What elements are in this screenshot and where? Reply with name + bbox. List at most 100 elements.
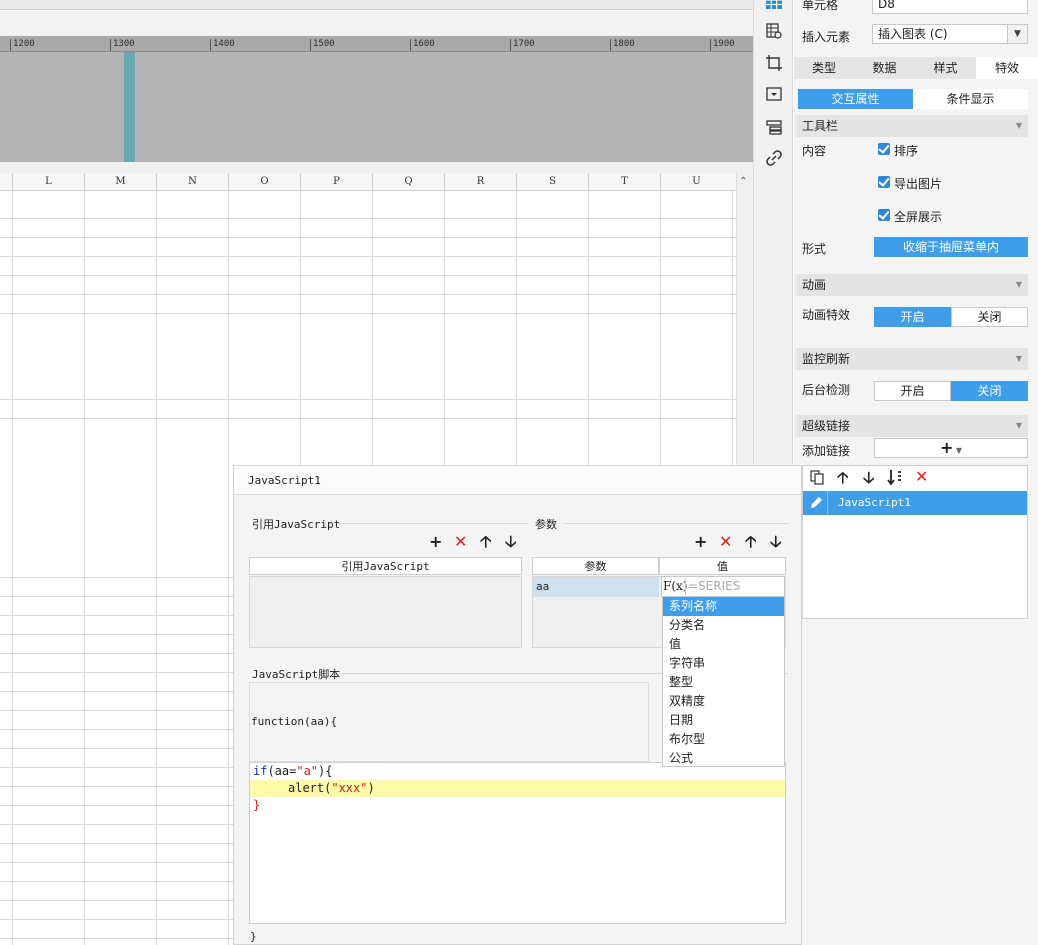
- value-type-dropdown[interactable]: 系列名称 分类名 值 字符串 整型 双精度 日期 布尔型 公式: [662, 596, 785, 767]
- dropdown-option[interactable]: 系列名称: [663, 597, 784, 616]
- dropdown-option[interactable]: 日期: [663, 711, 784, 730]
- column-header-row: L M N O P Q R S T U: [0, 173, 736, 191]
- monitor-label: 后台检测: [802, 383, 851, 397]
- copy-icon[interactable]: [810, 470, 825, 488]
- column-header[interactable]: P: [300, 173, 372, 191]
- grid-row-line: [0, 256, 736, 257]
- ruler-tick: 1900: [710, 39, 735, 51]
- dropdown-option[interactable]: 值: [663, 635, 784, 654]
- delete-param-icon[interactable]: ✕: [719, 534, 732, 550]
- dropdown-option[interactable]: 双精度: [663, 692, 784, 711]
- column-header[interactable]: S: [516, 173, 588, 191]
- ruler-tick: 1300: [110, 39, 135, 51]
- ruler-tick: 1500: [310, 39, 335, 51]
- delete-ref-icon[interactable]: ✕: [454, 534, 467, 550]
- dropdown-option[interactable]: 分类名: [663, 616, 784, 635]
- dropdown-option[interactable]: 整型: [663, 673, 784, 692]
- code-text: alert(: [288, 781, 332, 795]
- dropdown-box-icon[interactable]: [765, 87, 783, 105]
- formula-icon[interactable]: F(x): [663, 577, 687, 595]
- section-title: 动画: [802, 278, 827, 292]
- arrow-up-icon[interactable]: 🡡: [837, 470, 849, 486]
- timeline-playhead[interactable]: [124, 52, 135, 162]
- ruler-tick: 1400: [210, 39, 235, 51]
- column-header[interactable]: Q: [372, 173, 444, 191]
- plus-icon: +: [939, 438, 954, 457]
- insert-element-label: 插入元素: [802, 30, 851, 44]
- column-header[interactable]: M: [84, 173, 156, 191]
- tab-data[interactable]: 数据: [854, 57, 915, 79]
- delete-icon[interactable]: ✕: [915, 469, 928, 485]
- column-header[interactable]: N: [156, 173, 228, 191]
- ref-js-table[interactable]: [249, 576, 522, 648]
- monitor-on-button[interactable]: 开启: [874, 381, 951, 401]
- chevron-down-icon[interactable]: ▼: [1007, 25, 1027, 43]
- code-line: }: [253, 798, 261, 812]
- table-row[interactable]: aa: [533, 577, 659, 597]
- param-value-editor[interactable]: F(x) =SERIES: [661, 576, 785, 597]
- function-signature: function(aa){: [251, 715, 338, 728]
- subtab-interaction[interactable]: 交互属性: [798, 89, 913, 109]
- grid-column-line: [12, 191, 13, 945]
- grid-row-line: [0, 218, 736, 219]
- arrow-down-icon[interactable]: 🡣: [505, 534, 517, 550]
- column-header[interactable]: R: [444, 173, 516, 191]
- fullscreen-label: 全屏展示: [894, 210, 943, 224]
- insert-element-select[interactable]: 插入图表 (C) ▼: [872, 24, 1028, 44]
- export-image-checkbox[interactable]: [878, 176, 890, 188]
- arrow-down-icon[interactable]: 🡣: [770, 534, 782, 550]
- dropdown-option[interactable]: 公式: [663, 749, 784, 768]
- crop-frame-icon[interactable]: [765, 55, 783, 73]
- script-group-title: JavaScript脚本: [252, 668, 341, 681]
- arrow-up-icon[interactable]: 🡡: [480, 534, 492, 550]
- grid-table-icon[interactable]: [765, 0, 783, 13]
- animation-section[interactable]: 动画 ▼: [796, 274, 1028, 296]
- tab-effects[interactable]: 特效: [976, 57, 1038, 79]
- monitor-off-button[interactable]: 关闭: [951, 381, 1028, 401]
- add-ref-icon[interactable]: +: [429, 534, 442, 550]
- content-label: 内容: [802, 144, 827, 158]
- monitor-section[interactable]: 监控刷新 ▼: [796, 348, 1028, 370]
- formula-input[interactable]: =SERIES: [688, 577, 740, 596]
- script-editor[interactable]: if(aa="a"){ alert("xxx") }: [249, 762, 786, 924]
- section-title: 超级链接: [802, 419, 851, 433]
- grid-row-line: [0, 294, 736, 295]
- arrow-down-icon[interactable]: 🡣: [863, 470, 875, 486]
- fullscreen-checkbox[interactable]: [878, 209, 890, 221]
- grid-column-line: [84, 191, 85, 945]
- cell-properties-icon[interactable]: [765, 23, 783, 41]
- arrow-up-icon[interactable]: 🡡: [745, 534, 757, 550]
- param-column-header: 参数: [532, 557, 659, 575]
- code-string: "xxx": [331, 781, 368, 795]
- ruler-tick: 1700: [510, 39, 535, 51]
- sort-down-icon[interactable]: [887, 469, 905, 488]
- toolbar-section[interactable]: 工具栏 ▼: [796, 115, 1028, 137]
- list-item[interactable]: JavaScript1: [803, 491, 1027, 515]
- layer-stack-icon[interactable]: [765, 119, 783, 137]
- closing-brace: }: [250, 930, 257, 943]
- add-link-button[interactable]: + ▼: [874, 438, 1028, 458]
- column-header[interactable]: U: [660, 173, 732, 191]
- dropdown-option[interactable]: 布尔型: [663, 730, 784, 749]
- form-select[interactable]: 收缩于抽屉菜单内: [874, 237, 1028, 257]
- toolbar-area: [0, 11, 753, 36]
- subtab-condition[interactable]: 条件显示: [913, 89, 1028, 109]
- timeline-track[interactable]: [0, 52, 753, 162]
- grid-column-line: [228, 191, 229, 945]
- chevron-down-icon: ▼: [1015, 354, 1022, 363]
- hyperlink-icon[interactable]: [765, 150, 783, 168]
- column-header[interactable]: O: [228, 173, 300, 191]
- animation-on-button[interactable]: 开启: [874, 307, 951, 327]
- tab-type[interactable]: 类型: [794, 57, 854, 79]
- tab-style[interactable]: 样式: [915, 57, 976, 79]
- chevron-up-icon[interactable]: ⌃: [739, 176, 747, 187]
- sort-checkbox[interactable]: [878, 143, 890, 155]
- column-header[interactable]: L: [12, 173, 84, 191]
- dropdown-option[interactable]: 字符串: [663, 654, 784, 673]
- add-param-icon[interactable]: +: [694, 534, 707, 550]
- cell-field[interactable]: D8: [872, 0, 1028, 14]
- animation-off-button[interactable]: 关闭: [951, 307, 1028, 327]
- hyperlink-section[interactable]: 超级链接 ▼: [796, 415, 1028, 437]
- column-header[interactable]: T: [588, 173, 660, 191]
- code-line-highlighted: alert("xxx"): [250, 780, 785, 797]
